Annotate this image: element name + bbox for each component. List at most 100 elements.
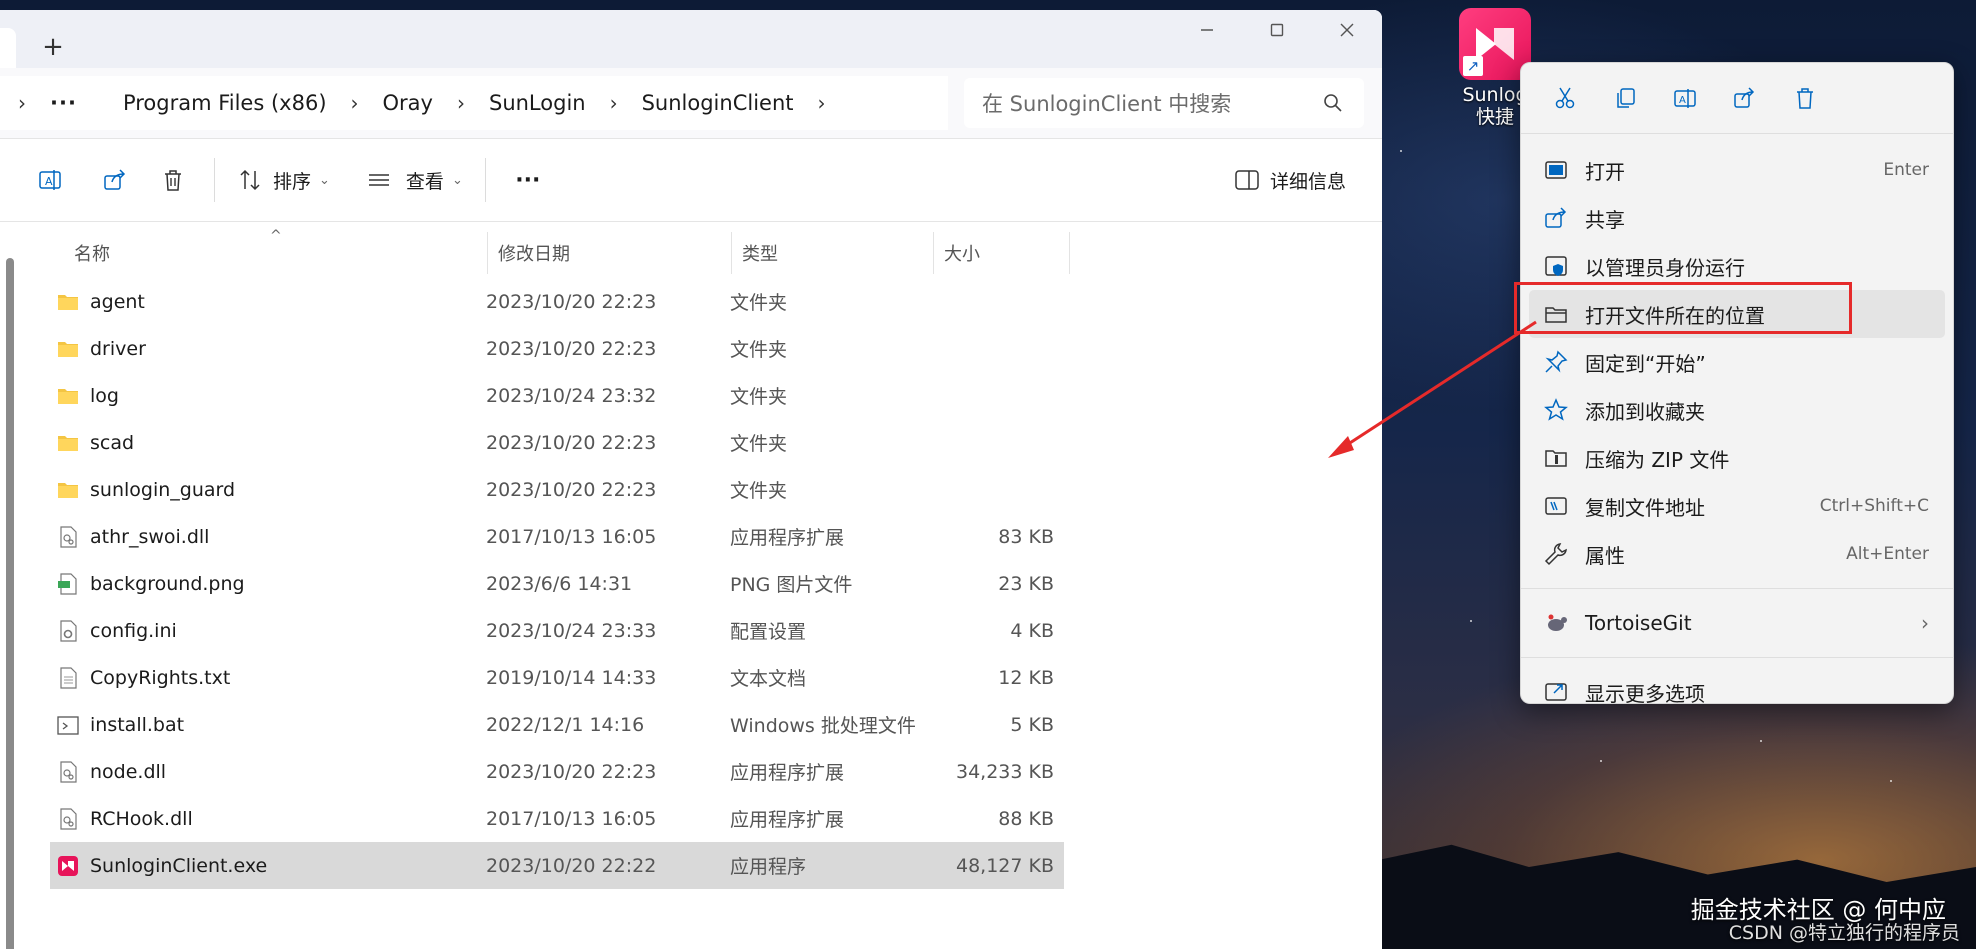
file-name: config.ini (90, 619, 177, 642)
chevron-right-icon[interactable]: › (794, 91, 850, 115)
file-name: node.dll (90, 760, 167, 783)
column-header-name[interactable]: 名称 (24, 232, 488, 274)
menu-item-copy-path[interactable]: 复制文件地址 Ctrl+Shift+C (1521, 482, 1953, 530)
file-type: 文本文档 (730, 668, 807, 690)
cut-button[interactable] (1535, 73, 1595, 123)
file-name: install.bat (90, 713, 185, 736)
details-pane-icon (1235, 170, 1259, 190)
copy-button[interactable] (1595, 73, 1655, 123)
delete-button[interactable] (1775, 73, 1835, 123)
file-name: agent (90, 290, 145, 313)
menu-item-label: 添加到收藏夹 (1585, 399, 1705, 424)
file-name-cell: SunloginClient.exe (50, 854, 486, 878)
file-row[interactable]: node.dll 2023/10/20 22:23 应用程序扩展 34,233 KB (50, 748, 1064, 795)
file-type: 文件夹 (730, 292, 788, 314)
file-type: 配置设置 (730, 621, 807, 643)
menu-item-share[interactable]: 共享 (1521, 194, 1953, 242)
breadcrumb[interactable]: › ··· Program Files (x86) › Oray › SunLo… (0, 76, 948, 130)
shield-icon (1545, 256, 1567, 276)
file-name: background.png (90, 572, 245, 595)
file-name-cell: node.dll (50, 760, 486, 784)
menu-item-add-to-favorites[interactable]: 添加到收藏夹 (1521, 386, 1953, 434)
folder-icon (58, 341, 78, 357)
file-date: 2023/10/20 22:23 (486, 760, 657, 783)
vertical-scrollbar[interactable] (6, 258, 14, 949)
file-name-cell: install.bat (50, 713, 486, 737)
menu-item-compress-zip[interactable]: 压缩为 ZIP 文件 (1521, 434, 1953, 482)
file-row[interactable]: driver 2023/10/20 22:23 文件夹 (50, 325, 1064, 372)
file-row[interactable]: background.png 2023/6/6 14:31 PNG 图片文件 23 K… (50, 560, 1064, 607)
more-options-button[interactable]: ··· (498, 155, 558, 205)
chevron-right-icon[interactable]: › (0, 91, 46, 115)
wrench-icon (1544, 543, 1567, 566)
file-type: 文件夹 (730, 433, 788, 455)
file-row[interactable]: sunlogin_guard 2023/10/20 22:23 文件夹 (50, 466, 1064, 513)
close-button[interactable] (1312, 10, 1382, 50)
share-button[interactable] (1715, 73, 1775, 123)
chevron-right-icon[interactable]: › (327, 91, 383, 115)
maximize-icon (1270, 23, 1284, 37)
column-header-type[interactable]: 类型 (732, 232, 934, 274)
file-date: 2023/10/20 22:23 (486, 337, 657, 360)
details-pane-button[interactable]: 详细信息 (1234, 155, 1346, 205)
breadcrumb-sunloginclient[interactable]: SunloginClient (642, 91, 794, 115)
active-tab[interactable] (0, 28, 16, 68)
file-name-cell: background.png (50, 572, 486, 596)
column-header-date[interactable]: 修改日期 (488, 232, 732, 274)
breadcrumb-sunlogin[interactable]: SunLogin (489, 91, 586, 115)
breadcrumb-program-files[interactable]: Program Files (x86) (123, 91, 327, 115)
menu-item-show-more-options[interactable]: 显示更多选项 (1521, 668, 1953, 716)
breadcrumb-overflow[interactable]: ··· (46, 91, 85, 115)
file-row[interactable]: SunloginClient.exe 2023/10/20 22:22 应用程序 48… (50, 842, 1064, 889)
chevron-right-icon[interactable]: › (433, 91, 489, 115)
rename-icon: A (1674, 89, 1696, 108)
sort-button[interactable]: 排序 ⌄ (227, 155, 340, 205)
watermark-csdn: CSDN @特立独行的程序员 (1728, 922, 1960, 944)
delete-button[interactable] (144, 155, 202, 205)
file-date: 2023/10/20 22:22 (486, 854, 657, 877)
annotation-highlight-box (1514, 282, 1852, 334)
rename-button[interactable]: A (14, 155, 86, 205)
search-input[interactable]: 在 SunloginClient 中搜索 (964, 78, 1364, 128)
share-button[interactable] (86, 155, 144, 205)
trash-icon (1797, 88, 1813, 109)
file-row[interactable]: RCHook.dll 2017/10/13 16:05 应用程序扩展 88 KB (50, 795, 1064, 842)
minimize-button[interactable] (1172, 10, 1242, 50)
menu-item-pin-to-start[interactable]: 固定到“开始” (1521, 338, 1953, 386)
menu-item-tortoisegit[interactable]: TortoiseGit › (1521, 599, 1953, 647)
file-row[interactable]: agent 2023/10/20 22:23 文件夹 (50, 278, 1064, 325)
file-rows: agent 2023/10/20 22:23 文件夹 driver 2023/10/20… (50, 278, 1064, 889)
menu-item-shortcut: Enter (1883, 160, 1929, 180)
folder-icon (58, 435, 78, 451)
file-date: 2023/10/20 22:23 (486, 290, 657, 313)
file-name: driver (90, 337, 146, 360)
view-button[interactable]: 查看 ⌄ (356, 155, 473, 205)
file-size: 83 KB (998, 525, 1054, 548)
scissors-icon (1555, 87, 1575, 109)
file-date: 2023/10/20 22:23 (486, 431, 657, 454)
new-tab-button[interactable]: + (38, 32, 68, 62)
column-header-size[interactable]: 大小 (934, 232, 1070, 274)
menu-item-label: 压缩为 ZIP 文件 (1585, 447, 1730, 472)
file-row[interactable]: athr_swoi.dll 2017/10/13 16:05 应用程序扩展 83 KB (50, 513, 1064, 560)
svg-text:A: A (45, 175, 53, 188)
menu-item-open[interactable]: 打开 Enter (1521, 146, 1953, 194)
share-icon (104, 169, 126, 190)
file-row[interactable]: CopyRights.txt 2019/10/14 14:33 文本文档 12 KB (50, 654, 1064, 701)
tortoisegit-icon (1548, 614, 1567, 631)
chevron-right-icon[interactable]: › (586, 91, 642, 115)
menu-item-properties[interactable]: 属性 Alt+Enter (1521, 530, 1953, 578)
file-date: 2019/10/14 14:33 (486, 666, 657, 689)
file-row[interactable]: log 2023/10/24 23:32 文件夹 (50, 372, 1064, 419)
file-row[interactable]: config.ini 2023/10/24 23:33 配置设置 4 KB (50, 607, 1064, 654)
file-row[interactable]: scad 2023/10/20 22:23 文件夹 (50, 419, 1064, 466)
maximize-button[interactable] (1242, 10, 1312, 50)
breadcrumb-oray[interactable]: Oray (383, 91, 433, 115)
file-row[interactable]: install.bat 2022/12/1 14:16 Windows 批处理文件 5… (50, 701, 1064, 748)
rename-button[interactable]: A (1655, 73, 1715, 123)
dll-icon (60, 525, 77, 548)
menu-item-shortcut: Alt+Enter (1846, 544, 1929, 564)
file-size: 5 KB (1010, 713, 1054, 736)
file-type: 文件夹 (730, 386, 788, 408)
file-explorer-window: + › ··· Program Files (x86) › Oray › Sun… (0, 10, 1382, 949)
